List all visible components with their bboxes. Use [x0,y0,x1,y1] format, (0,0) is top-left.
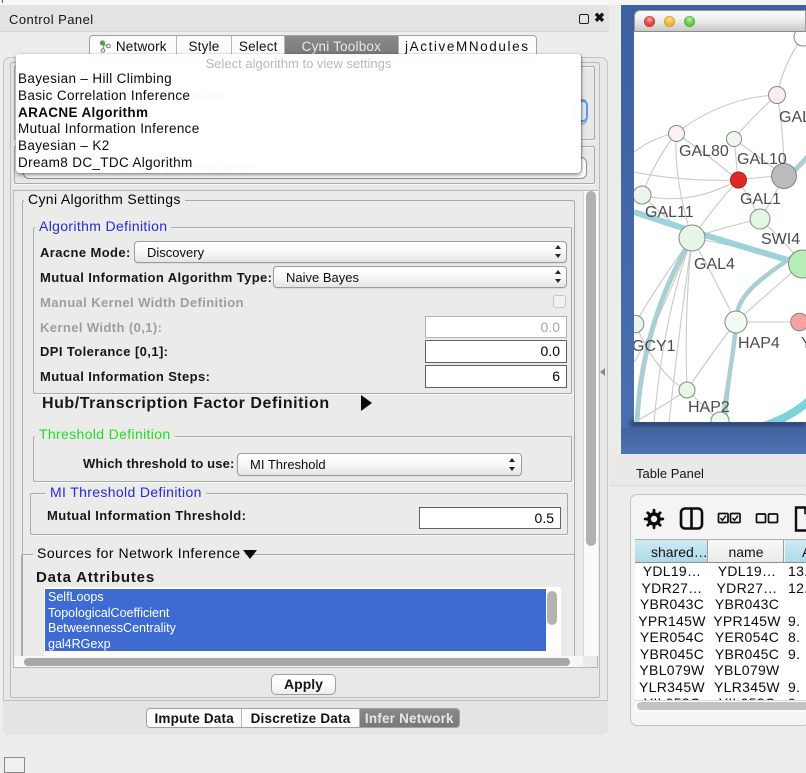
svg-text:GAL11: GAL11 [645,204,694,221]
svg-text:GAL1: GAL1 [740,191,781,208]
svg-text:GAL: GAL [779,109,806,126]
svg-text:SWI4: SWI4 [761,231,800,248]
svg-text:HAP2: HAP2 [688,399,730,416]
svg-text:GCY1: GCY1 [634,338,676,355]
svg-text:GAL10: GAL10 [737,151,787,168]
svg-text:GAL4: GAL4 [694,256,735,273]
svg-text:HAP4: HAP4 [738,335,780,352]
svg-text:GAL80: GAL80 [679,143,729,160]
svg-text:Y: Y [801,335,806,352]
